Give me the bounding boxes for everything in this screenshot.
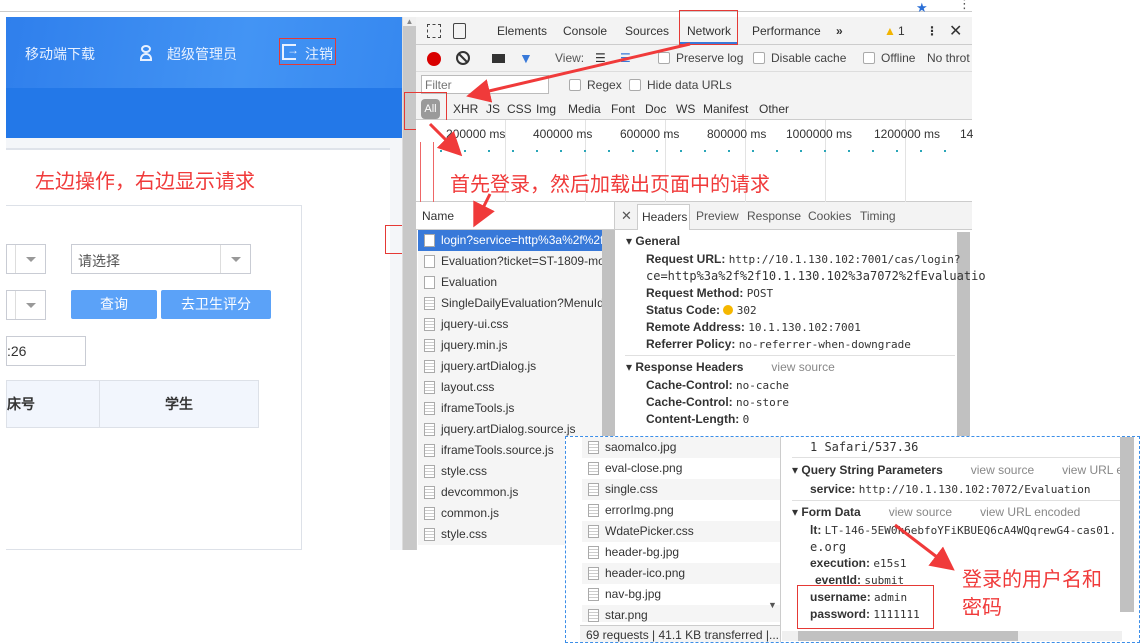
arrow-network-to-filter: [466, 42, 691, 103]
annotation-arrows: [428, 42, 955, 571]
arrow-note-to-login: [473, 193, 495, 228]
arrow-all-to-note: [428, 122, 463, 157]
arrow-to-credentials-note: [894, 523, 955, 571]
